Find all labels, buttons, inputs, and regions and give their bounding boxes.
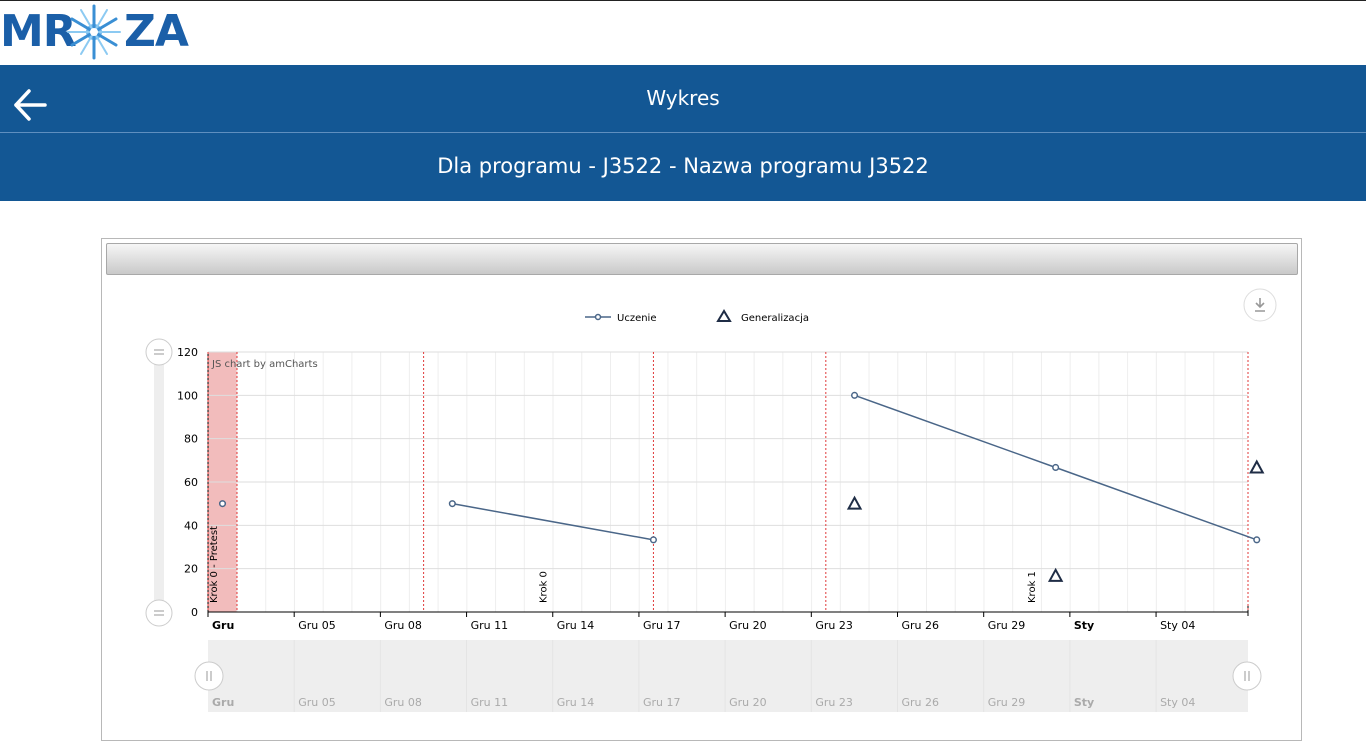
scrollbar-tick-label: Gru 11 — [471, 696, 509, 709]
value-scrollbar-handle-top[interactable] — [145, 338, 173, 366]
x-tick-label: Gru 08 — [384, 619, 422, 632]
date-scrollbar-handle-right[interactable] — [1232, 661, 1262, 691]
value-scrollbar-handle-bottom[interactable] — [145, 599, 173, 627]
amcharts-credit[interactable]: JS chart by amCharts — [211, 359, 318, 370]
data-point-generalizacja[interactable] — [1249, 459, 1265, 474]
scrollbar-tick-label: Gru 26 — [902, 696, 940, 709]
scrollbar-tick-label: Gru 14 — [557, 696, 595, 709]
x-tick-label: Gru 17 — [643, 619, 681, 632]
guide-label: Krok 0 - Pretest — [209, 526, 220, 603]
data-point-uczenie[interactable] — [218, 500, 227, 508]
x-tick-label: Gru 29 — [988, 619, 1026, 632]
scrollbar-tick-label: Sty — [1074, 696, 1094, 709]
data-point-uczenie[interactable] — [1253, 536, 1261, 544]
data-point-generalizacja[interactable] — [1047, 567, 1064, 582]
phase-label: Krok 1 — [1027, 571, 1038, 603]
data-point-uczenie[interactable] — [649, 536, 657, 544]
scrollbar-tick-label: Gru 23 — [815, 696, 853, 709]
legend-marker-generalizacja — [716, 309, 732, 322]
legend-marker-uczenie-dot — [594, 313, 602, 321]
y-tick-label: 60 — [184, 476, 198, 489]
legend-label-uczenie[interactable]: Uczenie — [617, 313, 657, 324]
phase-label: Krok 0 — [539, 571, 550, 603]
x-tick-label: Sty — [1074, 619, 1094, 632]
scrollbar-tick-label: Gru 29 — [988, 696, 1026, 709]
data-point-uczenie[interactable] — [1052, 463, 1060, 472]
y-tick-label: 40 — [184, 519, 198, 532]
scrollbar-tick-label: Gru 20 — [729, 696, 767, 709]
y-tick-label: 100 — [177, 389, 198, 402]
x-tick-label: Gru 20 — [729, 619, 767, 632]
y-tick-label: 120 — [177, 346, 198, 359]
y-tick-label: 80 — [184, 433, 198, 446]
x-tick-label: Gru — [212, 619, 234, 632]
chart-svg: 0 20 40 60 80 100 120 Krok 0 - Pretest Krok 0 Kro… — [145, 288, 1277, 712]
data-point-generalizacja[interactable] — [846, 495, 863, 510]
x-tick-label: Gru 14 — [557, 619, 595, 632]
value-scrollbar-track[interactable] — [154, 352, 164, 612]
x-tick-label: Gru 11 — [471, 619, 509, 632]
data-point-uczenie[interactable] — [850, 391, 859, 399]
scrollbar-tick-label: Gru — [212, 696, 234, 709]
scrollbar-tick-label: Gru 05 — [298, 696, 336, 709]
date-scrollbar-handle-left[interactable] — [194, 661, 224, 691]
legend-label-generalizacja[interactable]: Generalizacja — [741, 313, 809, 324]
data-point-uczenie[interactable] — [448, 500, 456, 508]
scrollbar-tick-label: Gru 17 — [643, 696, 681, 709]
x-tick-label: Gru 26 — [902, 619, 940, 632]
x-tick-label: Gru 23 — [815, 619, 853, 632]
scrollbar-tick-label: Gru 08 — [384, 696, 422, 709]
x-tick-label: Sty 04 — [1160, 619, 1195, 632]
scrollbar-tick-label: Sty 04 — [1160, 696, 1195, 709]
y-tick-label: 0 — [191, 606, 198, 619]
x-tick-label: Gru 05 — [298, 619, 336, 632]
y-tick-label: 20 — [184, 563, 198, 576]
